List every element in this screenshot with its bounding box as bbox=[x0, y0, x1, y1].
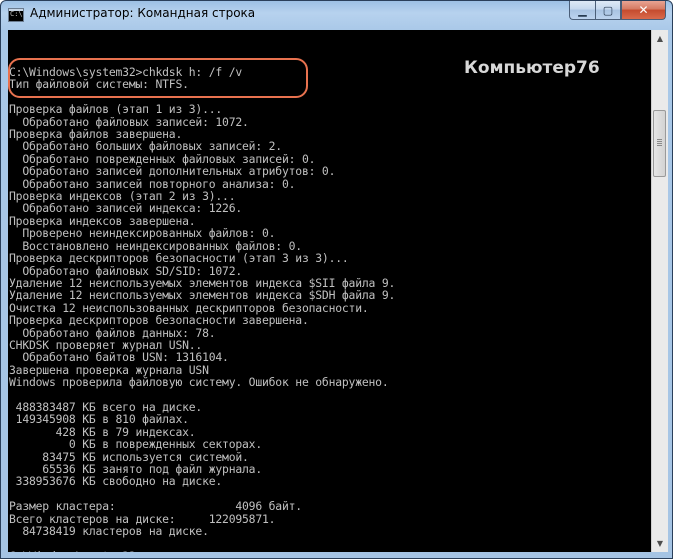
console-line: Удаление 12 неиспользуемых элементов инд… bbox=[9, 288, 396, 303]
console-line: C:\Windows\system32> bbox=[9, 549, 395, 552]
console-line: 84738419 кластеров на диске. bbox=[9, 524, 209, 539]
scroll-up-button[interactable]: ▲ bbox=[652, 30, 668, 47]
console-line: Проверка дескрипторов безопасности завер… bbox=[9, 313, 309, 328]
console-line: Обработано записей индекса: 1226. bbox=[9, 201, 243, 216]
console-line: Размер кластера: 4096 байт. bbox=[9, 499, 302, 514]
command-prompt-window: C:\ Администратор: Командная строка ▁ ▢ … bbox=[0, 0, 673, 559]
console-line: 338953676 КБ свободно на диске. bbox=[9, 474, 223, 489]
scroll-down-icon: ▼ bbox=[656, 539, 664, 548]
console-line: Обработано записей дополнительных атрибу… bbox=[9, 164, 336, 179]
console-text: C:\Windows\system32>chkdsk h: /f /v Тип ф… bbox=[9, 66, 395, 552]
scroll-down-button[interactable]: ▼ bbox=[652, 535, 668, 552]
cmd-app-icon-text: C:\ bbox=[10, 10, 23, 18]
title-bar[interactable]: C:\ Администратор: Командная строка ▁ ▢ … bbox=[1, 1, 672, 29]
watermark-logo: Компьютер76 bbox=[464, 58, 600, 78]
command-highlight-outline bbox=[8, 58, 308, 98]
console-line: Проверка файлов (этап 1 из 3)... bbox=[9, 102, 223, 117]
console-line: Обработано больших файловых записей: 2. bbox=[9, 139, 282, 154]
close-button[interactable]: ✕ bbox=[621, 1, 666, 20]
window-title: Администратор: Командная строка bbox=[30, 6, 256, 20]
console-output-area[interactable]: C:\Windows\system32>chkdsk h: /f /v Тип ф… bbox=[8, 30, 651, 552]
close-icon: ✕ bbox=[638, 3, 649, 17]
vertical-scrollbar[interactable]: ▲ ▼ bbox=[651, 30, 668, 552]
minimize-icon: ▁ bbox=[578, 3, 587, 17]
console-line: Windows проверила файловую систему. Ошиб… bbox=[9, 375, 389, 390]
caption-buttons: ▁ ▢ ✕ bbox=[569, 1, 666, 20]
cmd-app-icon[interactable]: C:\ bbox=[8, 8, 24, 22]
console-line: 149345908 КБ в 810 файлах. bbox=[9, 412, 189, 427]
maximize-button[interactable]: ▢ bbox=[595, 1, 621, 20]
scroll-up-icon: ▲ bbox=[656, 34, 664, 43]
console-line: Обработано байтов USN: 1316104. bbox=[9, 350, 229, 365]
maximize-icon: ▢ bbox=[602, 3, 614, 17]
console-line: Проверка дескрипторов безопасности (этап… bbox=[9, 251, 349, 266]
minimize-button[interactable]: ▁ bbox=[569, 1, 595, 20]
console-line: Проверено неиндексированных файлов: 0. bbox=[9, 226, 276, 241]
console-line: 0 КБ в поврежденных секторах. bbox=[9, 437, 262, 452]
scroll-thumb[interactable] bbox=[653, 110, 666, 178]
